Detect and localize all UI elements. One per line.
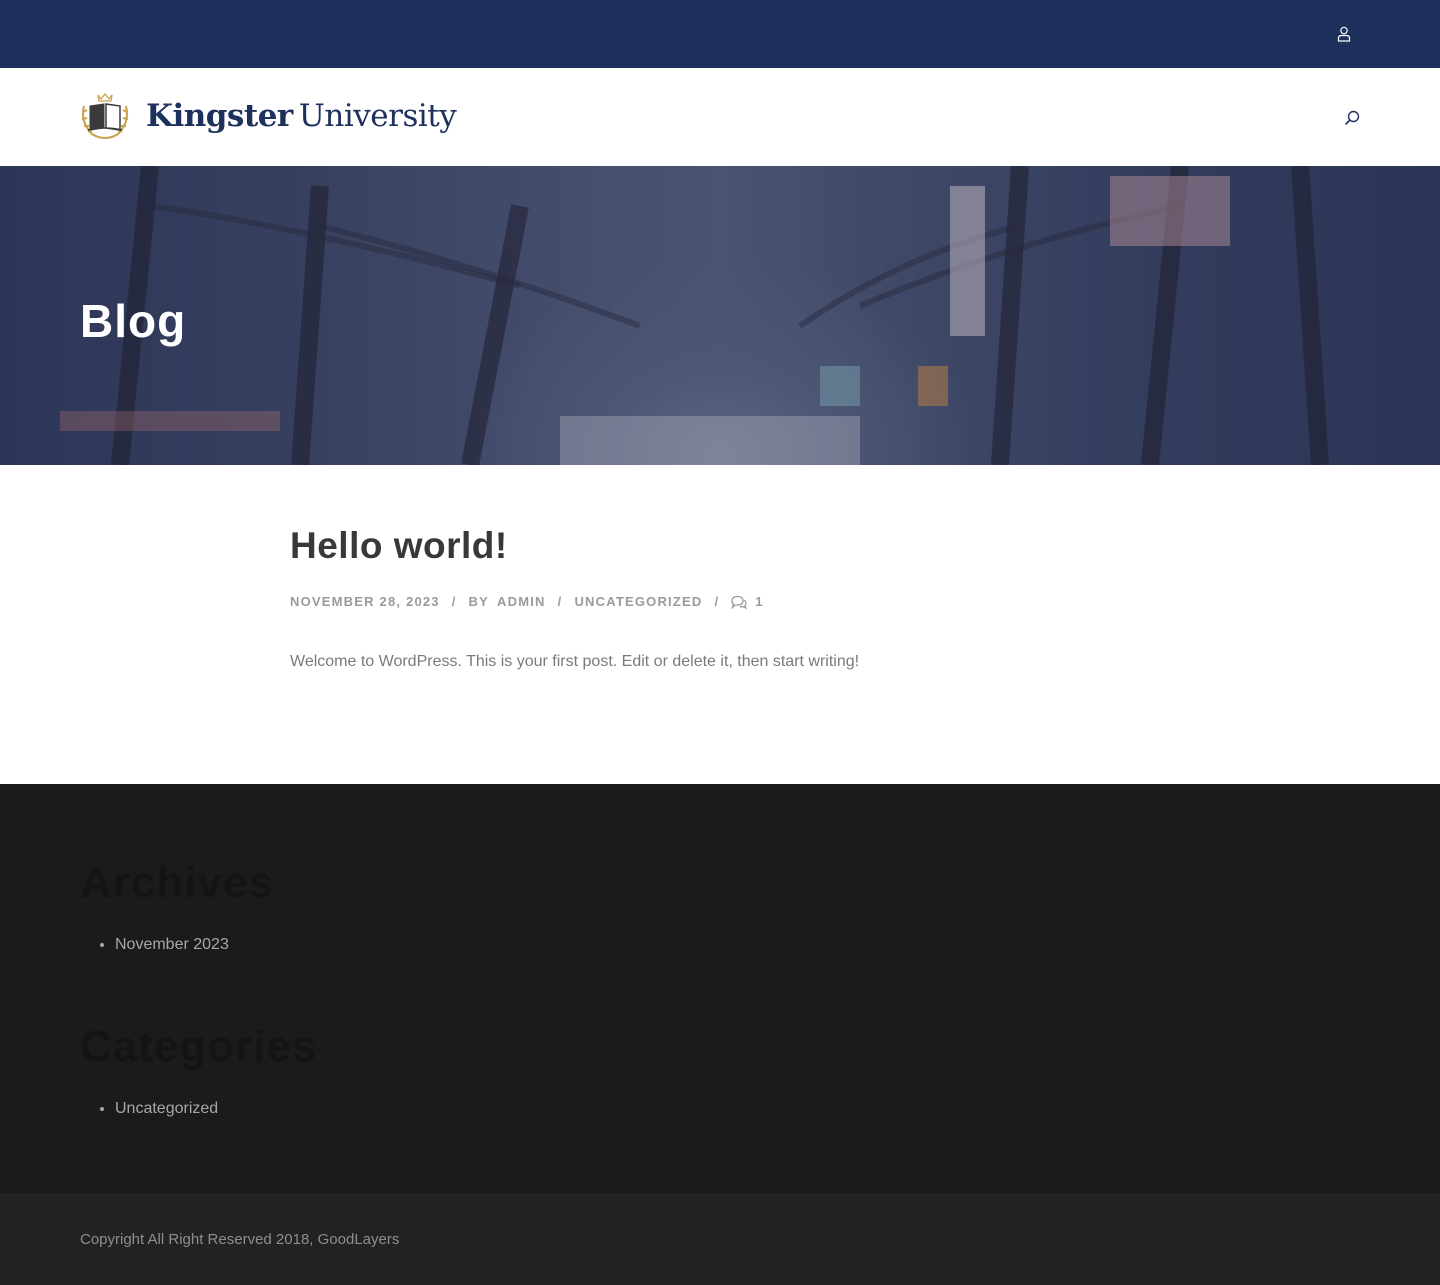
brand-light: University <box>298 98 457 134</box>
meta-separator: / <box>451 594 457 609</box>
archive-link-november-2023[interactable]: November 2023 <box>115 936 229 953</box>
copyright-bar: Copyright All Right Reserved 2018, GoodL… <box>0 1193 1440 1285</box>
site-header: Kingster University <box>0 68 1440 166</box>
author-by-label: By <box>468 594 490 609</box>
archives-widget-title: Archives <box>80 858 274 907</box>
archives-list: November 2023 <box>115 936 229 954</box>
category-link-uncategorized[interactable]: Uncategorized <box>115 1100 218 1117</box>
meta-separator: / <box>714 594 720 609</box>
blog-post: Hello world! November 28, 2023 / By Admi… <box>290 526 1150 673</box>
list-item: November 2023 <box>115 936 229 954</box>
post-title[interactable]: Hello world! <box>290 526 1150 566</box>
site-name: Kingster University <box>146 98 457 134</box>
post-category-link[interactable]: Uncategorized <box>574 594 702 609</box>
categories-widget-title: Categories <box>80 1022 318 1071</box>
list-item: Uncategorized <box>115 1100 218 1118</box>
post-author-link[interactable]: Admin <box>497 594 546 609</box>
campus-background-image <box>0 166 1440 465</box>
categories-list: Uncategorized <box>115 1100 218 1118</box>
post-excerpt: Welcome to WordPress. This is your first… <box>290 653 860 670</box>
copyright-text: Copyright All Right Reserved 2018, GoodL… <box>80 1231 400 1248</box>
site-logo[interactable]: Kingster University <box>80 92 457 140</box>
page-title-banner: Blog <box>0 166 1440 465</box>
comments-icon <box>731 595 748 609</box>
user-icon[interactable] <box>1337 26 1351 42</box>
page-title: Blog <box>80 295 187 347</box>
search-icon[interactable] <box>1344 110 1360 126</box>
brand-strong: Kingster <box>146 98 293 134</box>
university-crest-icon <box>81 92 129 139</box>
post-meta: November 28, 2023 / By Admin / Uncategor… <box>290 594 1150 609</box>
top-bar <box>0 0 1440 68</box>
post-comment-count-link[interactable]: 1 <box>755 594 763 609</box>
post-date-link[interactable]: November 28, 2023 <box>290 594 440 609</box>
footer-widgets: Archives November 2023 Categories Uncate… <box>0 784 1440 1193</box>
meta-separator: / <box>557 594 563 609</box>
